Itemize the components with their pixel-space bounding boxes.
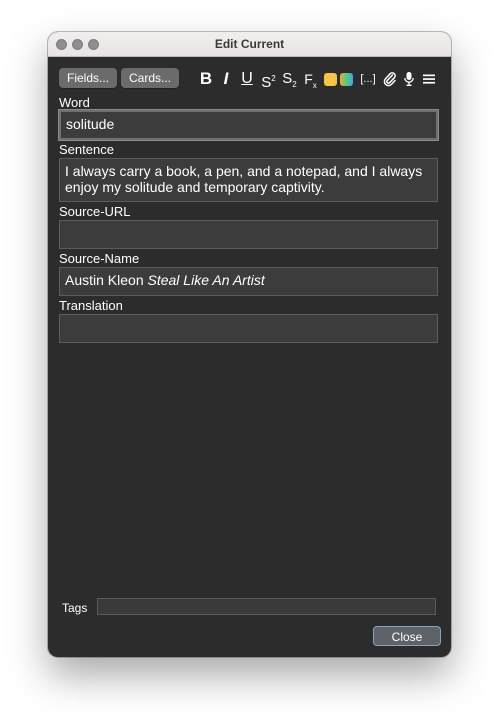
bold-icon: B bbox=[199, 69, 213, 88]
field-input-source-name[interactable]: Austin Kleon Steal Like An Artist bbox=[59, 267, 438, 296]
underline-button[interactable]: U bbox=[239, 69, 255, 89]
superscript-icon: S2 bbox=[261, 74, 276, 91]
field-label-source-url: Source-URL bbox=[59, 204, 131, 219]
more-options-button[interactable] bbox=[422, 69, 436, 89]
highlight-color-button[interactable] bbox=[340, 73, 353, 86]
window-title: Edit Current bbox=[214, 37, 285, 51]
superscript-button[interactable]: S2 bbox=[260, 69, 277, 91]
cloze-icon: [...] bbox=[360, 73, 376, 85]
cloze-button[interactable]: [...] bbox=[358, 69, 378, 89]
field-input-word[interactable]: solitude bbox=[59, 110, 438, 140]
bold-button[interactable]: B bbox=[198, 69, 214, 89]
clear-format-icon: Fx bbox=[304, 71, 317, 90]
field-label-translation: Translation bbox=[59, 298, 123, 313]
subscript-button[interactable]: S2 bbox=[281, 69, 298, 89]
field-value-sentence: I always carry a book, a pen, and a note… bbox=[65, 163, 423, 195]
menu-icon bbox=[423, 74, 435, 84]
cards-button[interactable]: Cards... bbox=[121, 68, 179, 88]
close-button[interactable]: Close bbox=[373, 626, 441, 646]
paperclip-icon bbox=[383, 72, 396, 87]
field-label-word: Word bbox=[59, 95, 90, 110]
italic-icon: I bbox=[223, 69, 229, 88]
field-value-source-name-author: Austin Kleon bbox=[65, 272, 148, 288]
edit-current-window: Edit Current Fields... Cards... B I U S2… bbox=[48, 32, 451, 657]
subscript-icon: S2 bbox=[282, 70, 297, 89]
field-input-sentence[interactable]: I always carry a book, a pen, and a note… bbox=[59, 158, 438, 202]
field-input-translation[interactable] bbox=[59, 314, 438, 343]
title-bar: Edit Current bbox=[48, 32, 451, 57]
field-input-source-url[interactable] bbox=[59, 220, 438, 249]
attach-button[interactable] bbox=[382, 69, 398, 89]
field-value-word: solitude bbox=[66, 116, 115, 132]
microphone-icon bbox=[404, 72, 414, 86]
clear-format-button[interactable]: Fx bbox=[302, 69, 319, 90]
field-label-source-name: Source-Name bbox=[59, 251, 140, 266]
tags-input[interactable] bbox=[97, 598, 436, 615]
underline-icon: U bbox=[241, 70, 253, 87]
tags-label: Tags bbox=[62, 601, 88, 615]
fields-button[interactable]: Fields... bbox=[59, 68, 117, 88]
record-audio-button[interactable] bbox=[402, 69, 416, 89]
field-label-sentence: Sentence bbox=[59, 142, 114, 157]
field-value-source-name-title: Steal Like An Artist bbox=[147, 272, 265, 288]
italic-button[interactable]: I bbox=[219, 69, 233, 89]
text-color-button[interactable] bbox=[324, 73, 337, 86]
